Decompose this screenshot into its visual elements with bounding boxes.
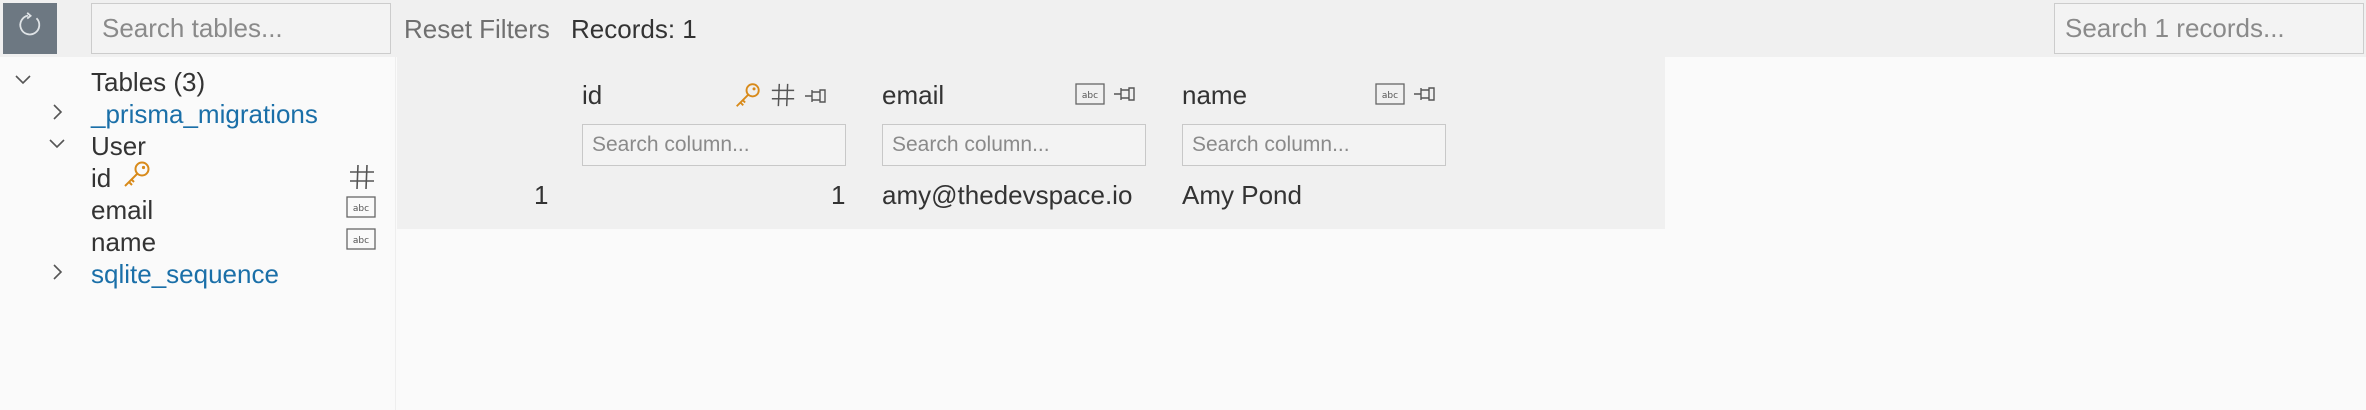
table-name-link[interactable]: sqlite_sequence bbox=[91, 259, 279, 290]
column-header-label: id bbox=[582, 80, 603, 110]
data-grid: id email abc bbox=[397, 57, 1665, 229]
text-type-icon: abc bbox=[1375, 81, 1405, 112]
key-icon bbox=[732, 81, 762, 116]
chevron-right-icon[interactable] bbox=[45, 260, 69, 284]
row-number: 1 bbox=[534, 180, 549, 210]
svg-text:abc: abc bbox=[353, 236, 369, 246]
table-cell[interactable]: amy@thedevspace.io bbox=[882, 180, 1132, 211]
refresh-icon bbox=[15, 10, 45, 47]
svg-text:abc: abc bbox=[353, 204, 369, 214]
text-type-icon: abc bbox=[346, 196, 376, 218]
column-search-input[interactable] bbox=[882, 124, 1146, 166]
svg-text:abc: abc bbox=[1382, 91, 1398, 101]
table-tree-sidebar: Tables (3) _prisma_migrations User id em… bbox=[0, 57, 396, 410]
column-header-email[interactable]: email abc bbox=[882, 67, 1152, 177]
column-header-name[interactable]: name abc bbox=[1182, 67, 1452, 177]
text-type-icon: abc bbox=[1075, 81, 1105, 112]
column-header-icons bbox=[732, 81, 830, 116]
text-type-icon: abc bbox=[346, 228, 376, 250]
search-records-input[interactable] bbox=[2054, 3, 2364, 54]
pin-icon[interactable] bbox=[804, 83, 830, 114]
hash-icon bbox=[770, 82, 796, 115]
column-search-input[interactable] bbox=[1182, 124, 1446, 166]
column-header-label: name bbox=[1182, 80, 1248, 110]
pin-icon[interactable] bbox=[1413, 81, 1439, 112]
refresh-button[interactable] bbox=[3, 3, 57, 54]
column-header-id[interactable]: id bbox=[582, 67, 852, 177]
table-cell[interactable]: Amy Pond bbox=[1182, 180, 1302, 211]
column-header-icons: abc bbox=[1075, 81, 1139, 112]
top-toolbar: Reset Filters Records: 1 bbox=[0, 0, 2366, 57]
column-header-icons: abc bbox=[1375, 81, 1439, 112]
reset-filters-button[interactable]: Reset Filters bbox=[404, 14, 550, 45]
column-header-label: email bbox=[882, 80, 945, 110]
pin-icon[interactable] bbox=[1113, 81, 1139, 112]
column-search-input[interactable] bbox=[582, 124, 846, 166]
table-cell[interactable]: 1 bbox=[831, 180, 845, 211]
records-count: Records: 1 bbox=[571, 14, 697, 44]
search-tables-input[interactable] bbox=[91, 3, 391, 54]
tree-table-sqlite-sequence[interactable]: sqlite_sequence bbox=[0, 249, 396, 295]
svg-text:abc: abc bbox=[1082, 91, 1098, 101]
